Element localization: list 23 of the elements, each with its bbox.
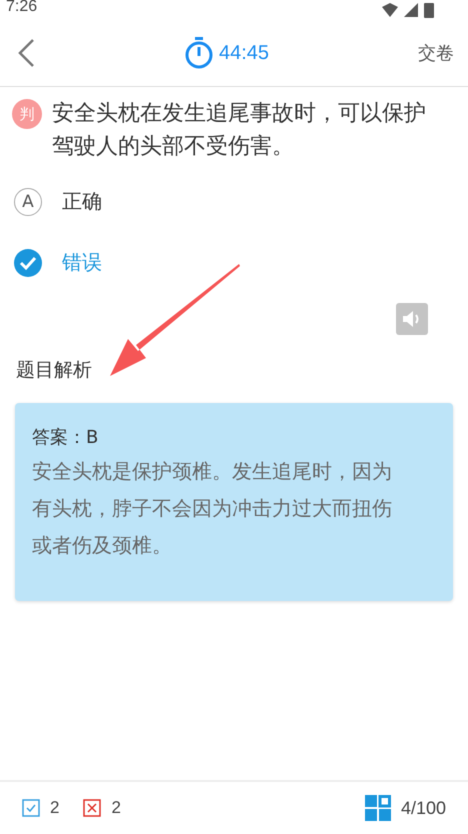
explanation-text: 安全头枕是保护颈椎。发生追尾时，因为有头枕，脖子不会因为冲击力过大而扭伤或者伤及颈椎。 bbox=[32, 458, 393, 559]
back-button[interactable] bbox=[16, 37, 36, 69]
stopwatch-icon bbox=[184, 37, 213, 69]
question-text: 安全头枕在发生追尾事故时，可以保护驾驶人的头部不受伤害。 bbox=[52, 100, 427, 161]
status-time: 7:26 bbox=[6, 0, 38, 16]
submit-button[interactable]: 交卷 bbox=[418, 41, 454, 65]
question-type-badge: 判 bbox=[12, 99, 42, 129]
wifi-icon bbox=[382, 3, 398, 17]
grid-icon[interactable] bbox=[364, 795, 391, 821]
correct-count: 2 bbox=[50, 798, 60, 818]
answer-text: 答案：B bbox=[32, 426, 100, 449]
analysis-title: 题目解析 bbox=[15, 358, 93, 383]
option-letter: A bbox=[14, 188, 42, 216]
correct-checkbox-icon bbox=[22, 799, 40, 817]
wrong-count: 2 bbox=[111, 798, 121, 818]
timer: 44:45 bbox=[218, 42, 270, 64]
signal-icon bbox=[404, 3, 418, 17]
battery-icon bbox=[424, 2, 434, 18]
answer-option[interactable]: A 正确 bbox=[0, 171, 468, 232]
speaker-button[interactable] bbox=[396, 303, 428, 335]
check-icon bbox=[14, 248, 42, 276]
progress-counter: 4/100 bbox=[400, 798, 446, 818]
wrong-checkbox-icon bbox=[83, 799, 102, 817]
